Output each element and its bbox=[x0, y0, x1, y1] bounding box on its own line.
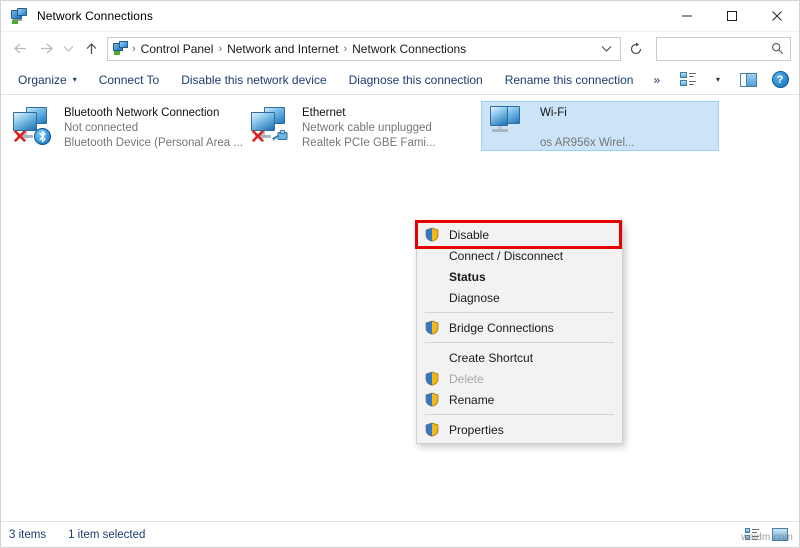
menu-item-label: Delete bbox=[443, 372, 484, 386]
connections-list: ✕ Bluetooth Network Connection Not conne… bbox=[1, 95, 799, 521]
change-view-chevron-down-icon[interactable]: ▾ bbox=[703, 67, 733, 93]
diagnose-label: Diagnose this connection bbox=[349, 73, 483, 87]
shield-icon bbox=[425, 227, 443, 242]
menu-item-bridge-connections[interactable]: Bridge Connections bbox=[417, 317, 622, 338]
rename-this-connection-button[interactable]: Rename this connection bbox=[494, 67, 645, 93]
breadcrumb[interactable]: › Control Panel › Network and Internet ›… bbox=[107, 37, 621, 61]
close-button[interactable] bbox=[754, 1, 799, 32]
disconnected-x-icon: ✕ bbox=[11, 129, 29, 147]
up-arrow-icon[interactable] bbox=[78, 36, 104, 62]
disconnected-x-icon: ✕ bbox=[249, 129, 267, 147]
forward-arrow-icon[interactable] bbox=[33, 36, 59, 62]
recent-locations-chevron-down-icon[interactable] bbox=[59, 36, 78, 62]
title-bar: Network Connections bbox=[1, 1, 799, 32]
connection-status: Not connected bbox=[64, 121, 238, 136]
preview-pane-icon[interactable] bbox=[733, 67, 763, 93]
connection-tiles: ✕ Bluetooth Network Connection Not conne… bbox=[5, 101, 795, 151]
menu-separator bbox=[425, 342, 614, 343]
connect-to-button[interactable]: Connect To bbox=[88, 67, 171, 93]
selection-count-label: 1 item selected bbox=[68, 529, 145, 541]
menu-item-label: Rename bbox=[443, 393, 494, 407]
wireless-adapter-icon bbox=[486, 105, 534, 149]
window-title: Network Connections bbox=[37, 9, 153, 23]
address-bar: › Control Panel › Network and Internet ›… bbox=[1, 32, 799, 65]
search-input[interactable] bbox=[663, 42, 771, 56]
menu-item-disable[interactable]: Disable bbox=[417, 224, 622, 245]
connection-name: Wi-Fi bbox=[540, 106, 635, 121]
connection-device: Realtek PCIe GBE Fami... bbox=[302, 136, 436, 151]
shield-icon bbox=[425, 422, 443, 437]
context-menu: Disable Connect / Disconnect Status Diag… bbox=[416, 221, 623, 444]
command-bar-right: ▾ ? bbox=[673, 67, 793, 93]
menu-item-properties[interactable]: Properties bbox=[417, 419, 622, 440]
command-bar: Organize ▾ Connect To Disable this netwo… bbox=[1, 65, 799, 95]
list-item-text: Wi-Fi os AR956x Wirel... bbox=[534, 105, 635, 151]
minimize-button[interactable] bbox=[664, 1, 709, 32]
disable-device-label: Disable this network device bbox=[181, 73, 326, 87]
maximize-button[interactable] bbox=[709, 1, 754, 32]
breadcrumb-item-network-connections[interactable]: Network Connections bbox=[348, 42, 470, 56]
ethernet-plug-badge-icon bbox=[271, 129, 291, 143]
list-item-text: Bluetooth Network Connection Not connect… bbox=[58, 105, 238, 151]
diagnose-this-connection-button[interactable]: Diagnose this connection bbox=[338, 67, 494, 93]
breadcrumb-item-network-and-internet[interactable]: Network and Internet bbox=[223, 42, 342, 56]
disable-this-network-device-button[interactable]: Disable this network device bbox=[170, 67, 337, 93]
back-arrow-icon[interactable] bbox=[7, 36, 33, 62]
connection-name: Ethernet bbox=[302, 106, 436, 121]
search-box[interactable] bbox=[656, 37, 791, 61]
connection-name: Bluetooth Network Connection bbox=[64, 106, 238, 121]
menu-item-diagnose[interactable]: Diagnose bbox=[417, 287, 622, 308]
item-count-label: 3 items bbox=[9, 529, 46, 541]
menu-item-connect-disconnect[interactable]: Connect / Disconnect bbox=[417, 245, 622, 266]
list-item-wi-fi[interactable]: Wi-Fi os AR956x Wirel... bbox=[481, 101, 719, 151]
breadcrumb-network-icon bbox=[113, 41, 129, 56]
chevron-down-icon: ▾ bbox=[73, 75, 77, 84]
breadcrumb-chevron-down-icon[interactable] bbox=[595, 44, 618, 53]
connection-device: Bluetooth Device (Personal Area ... bbox=[64, 136, 238, 151]
search-icon bbox=[771, 42, 784, 55]
menu-item-label: Connect / Disconnect bbox=[443, 249, 563, 263]
connection-status: Network cable unplugged bbox=[302, 121, 436, 136]
list-item-text: Ethernet Network cable unplugged Realtek… bbox=[296, 105, 436, 151]
organize-button[interactable]: Organize ▾ bbox=[7, 67, 88, 93]
menu-item-label: Disable bbox=[443, 228, 489, 242]
organize-label: Organize bbox=[18, 73, 67, 87]
menu-item-create-shortcut[interactable]: Create Shortcut bbox=[417, 347, 622, 368]
network-connections-window: Network Connections bbox=[0, 0, 800, 548]
list-item-ethernet[interactable]: ✕ Ethernet Network cable unplugged Realt… bbox=[243, 101, 481, 151]
menu-item-rename[interactable]: Rename bbox=[417, 389, 622, 410]
menu-item-status[interactable]: Status bbox=[417, 266, 622, 287]
shield-icon bbox=[425, 392, 443, 407]
bluetooth-badge-icon bbox=[34, 128, 51, 145]
rename-label: Rename this connection bbox=[505, 73, 634, 87]
menu-item-label: Diagnose bbox=[443, 291, 500, 305]
menu-item-delete: Delete bbox=[417, 368, 622, 389]
list-item-bluetooth-network-connection[interactable]: ✕ Bluetooth Network Connection Not conne… bbox=[5, 101, 243, 151]
connect-to-label: Connect To bbox=[99, 73, 160, 87]
menu-item-label: Create Shortcut bbox=[443, 351, 533, 365]
menu-item-label: Status bbox=[443, 270, 486, 284]
menu-separator bbox=[425, 414, 614, 415]
shield-icon bbox=[425, 371, 443, 386]
network-adapter-icon: ✕ bbox=[248, 105, 296, 149]
status-bar: 3 items 1 item selected wsidm.com bbox=[1, 521, 799, 547]
window-controls bbox=[664, 1, 799, 32]
watermark: wsidm.com bbox=[741, 532, 793, 543]
change-view-icon[interactable] bbox=[673, 67, 703, 93]
help-icon[interactable]: ? bbox=[767, 67, 793, 93]
menu-item-label: Bridge Connections bbox=[443, 321, 554, 335]
menu-separator bbox=[425, 312, 614, 313]
refresh-icon[interactable] bbox=[622, 37, 650, 61]
connection-status bbox=[540, 121, 635, 136]
network-adapter-icon: ✕ bbox=[10, 105, 58, 149]
command-overflow-button[interactable]: » bbox=[644, 73, 669, 87]
network-connections-icon bbox=[11, 8, 28, 25]
breadcrumb-item-control-panel[interactable]: Control Panel bbox=[137, 42, 218, 56]
connection-device: os AR956x Wirel... bbox=[540, 136, 635, 151]
menu-item-label: Properties bbox=[443, 423, 504, 437]
help-glyph: ? bbox=[772, 71, 789, 88]
shield-icon bbox=[425, 320, 443, 335]
